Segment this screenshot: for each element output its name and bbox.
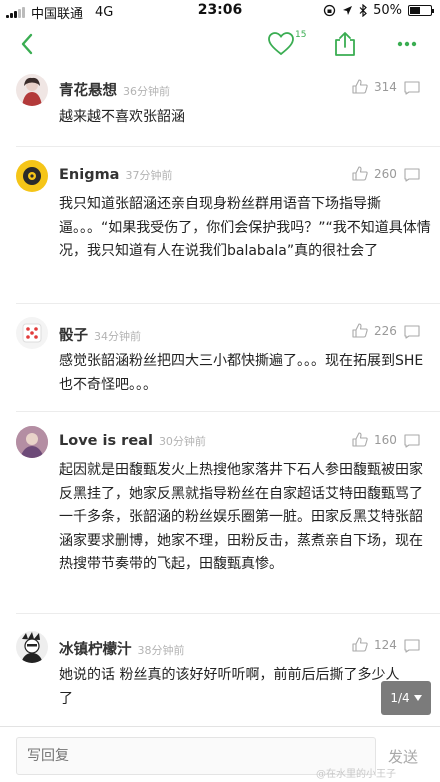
- more-icon[interactable]: [396, 34, 418, 54]
- like-button[interactable]: 15: [268, 30, 308, 60]
- bluetooth-icon: [359, 4, 367, 17]
- comment-like-button[interactable]: 160: [352, 432, 397, 447]
- share-icon[interactable]: [333, 31, 357, 57]
- divider: [16, 303, 440, 304]
- comment-text: 她说的话 粉丝真的该好好听听啊，前前后后撕了多少人了: [59, 667, 400, 707]
- comment-like-count: 124: [374, 637, 397, 652]
- page-indicator-label: 1/4: [390, 691, 410, 705]
- reply-icon[interactable]: [404, 434, 420, 448]
- back-icon[interactable]: [14, 30, 42, 58]
- like-count: 15: [295, 30, 307, 40]
- avatar[interactable]: [16, 160, 48, 192]
- comment-text: 我只知道张韶涵还亲自现身粉丝群用语音下场指导撕逼。。。“如果我受伤了，你们会保护…: [59, 196, 431, 259]
- divider: [16, 411, 440, 412]
- comment-like-count: 314: [374, 79, 397, 94]
- reply-icon[interactable]: [404, 639, 420, 653]
- comment-like-count: 260: [374, 166, 397, 181]
- comment-time: 30分钟前: [158, 435, 206, 448]
- battery-icon: [408, 5, 434, 16]
- comment-author[interactable]: Love is real 30分钟前: [59, 433, 206, 449]
- avatar[interactable]: [16, 74, 48, 106]
- reply-icon[interactable]: [404, 81, 420, 95]
- comment-text: 越来越不喜欢张韶涵: [59, 109, 185, 125]
- comment-author[interactable]: 骰子 34分钟前: [59, 324, 141, 345]
- status-bar: 中国联通 4G 23:06 50%: [0, 0, 440, 22]
- avatar[interactable]: [16, 426, 48, 458]
- comment-text: 感觉张韶涵粉丝把四大三小都快撕遍了。。。现在拓展到SHE 也不奇怪吧。。。: [59, 353, 424, 393]
- location-icon: [343, 6, 353, 15]
- send-button[interactable]: 发送: [388, 746, 418, 767]
- comment-author[interactable]: 青花悬想 36分钟前: [59, 79, 170, 100]
- battery-percent: 50%: [373, 3, 402, 18]
- thumbs-up-icon: [352, 166, 368, 181]
- comment-author[interactable]: 冰镇柠檬汁 38分钟前: [59, 638, 185, 659]
- watermark: @在水里的小王子: [316, 769, 396, 780]
- comment-time: 36分钟前: [123, 85, 170, 98]
- reply-icon[interactable]: [404, 168, 420, 182]
- divider: [16, 146, 440, 147]
- comment-like-count: 160: [374, 432, 397, 447]
- comment-like-button[interactable]: 124: [352, 637, 397, 652]
- comment-like-button[interactable]: 226: [352, 323, 397, 338]
- nav-bar: 15: [0, 22, 440, 66]
- avatar[interactable]: [16, 317, 48, 349]
- comment-time: 34分钟前: [94, 330, 141, 343]
- comment-time: 37分钟前: [125, 169, 173, 182]
- divider: [16, 613, 440, 614]
- comment-time: 38分钟前: [137, 644, 185, 657]
- lock-rotation-icon: [323, 4, 336, 17]
- page-indicator[interactable]: 1/4: [381, 681, 431, 715]
- heart-icon: [268, 32, 294, 56]
- comment-like-button[interactable]: 260: [352, 166, 397, 181]
- comment-text: 起因就是田馥甄发火上热搜他家落井下石人参田馥甄被田家反黑挂了，她家反黑就指导粉丝…: [59, 462, 423, 572]
- triangle-down-icon: [413, 695, 422, 701]
- thumbs-up-icon: [352, 637, 368, 652]
- comment-author[interactable]: Enigma 37分钟前: [59, 167, 172, 183]
- comment-like-button[interactable]: 314: [352, 79, 397, 94]
- avatar[interactable]: [16, 631, 48, 663]
- thumbs-up-icon: [352, 323, 368, 338]
- reply-icon[interactable]: [404, 325, 420, 339]
- comment-like-count: 226: [374, 323, 397, 338]
- thumbs-up-icon: [352, 79, 368, 94]
- thumbs-up-icon: [352, 432, 368, 447]
